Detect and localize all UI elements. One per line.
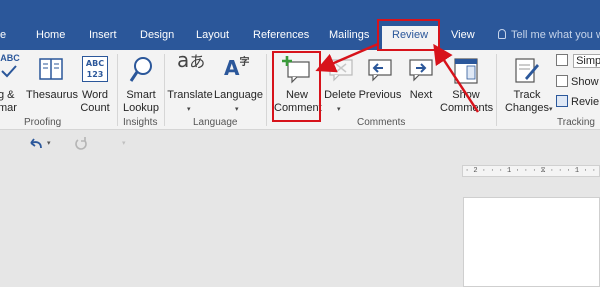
arrow-to-new-comment xyxy=(315,42,379,73)
arrow-to-review-tab xyxy=(433,43,480,113)
annotation-arrows xyxy=(315,42,480,113)
